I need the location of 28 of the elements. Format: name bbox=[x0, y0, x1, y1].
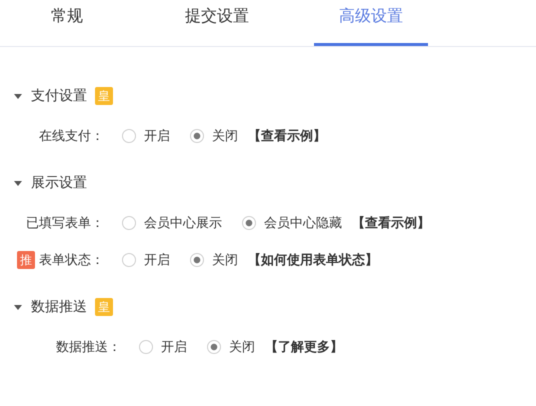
link[interactable]: 【如何使用表单状态】 bbox=[248, 250, 378, 268]
link[interactable]: 【查看示例】 bbox=[248, 126, 326, 144]
section-title: 数据推送 bbox=[31, 298, 87, 316]
caret-icon[interactable] bbox=[14, 180, 22, 186]
link[interactable]: 【了解更多】 bbox=[265, 338, 343, 356]
caret-icon[interactable] bbox=[14, 304, 22, 310]
tab[interactable]: 提交设置 bbox=[128, 0, 306, 46]
field-label: 数据推送： bbox=[56, 338, 121, 356]
badge: 推 bbox=[17, 250, 35, 268]
radio-option[interactable]: 开启 bbox=[139, 338, 187, 356]
field-label: 在线支付： bbox=[39, 128, 104, 144]
section-title: 支付设置 bbox=[31, 87, 87, 105]
radio-option[interactable]: 关闭 bbox=[207, 338, 255, 356]
radio-option[interactable]: 开启 bbox=[122, 126, 170, 144]
link[interactable]: 【查看示例】 bbox=[352, 214, 430, 232]
radio-option[interactable]: 开启 bbox=[122, 250, 170, 268]
badge: 皇 bbox=[95, 298, 113, 316]
field-label: 已填写表单： bbox=[26, 214, 104, 232]
radio-option[interactable]: 关闭 bbox=[190, 126, 238, 144]
radio-option[interactable]: 关闭 bbox=[190, 250, 238, 268]
badge: 皇 bbox=[95, 87, 113, 105]
tab[interactable]: 高级设置 bbox=[314, 0, 428, 46]
caret-icon[interactable] bbox=[14, 94, 22, 98]
section-title: 展示设置 bbox=[31, 174, 87, 192]
radio-option[interactable]: 会员中心展示 bbox=[122, 214, 222, 232]
tab[interactable]: 常规 bbox=[14, 0, 120, 46]
field-label: 表单状态： bbox=[39, 252, 104, 268]
radio-option[interactable]: 会员中心隐藏 bbox=[242, 214, 342, 232]
